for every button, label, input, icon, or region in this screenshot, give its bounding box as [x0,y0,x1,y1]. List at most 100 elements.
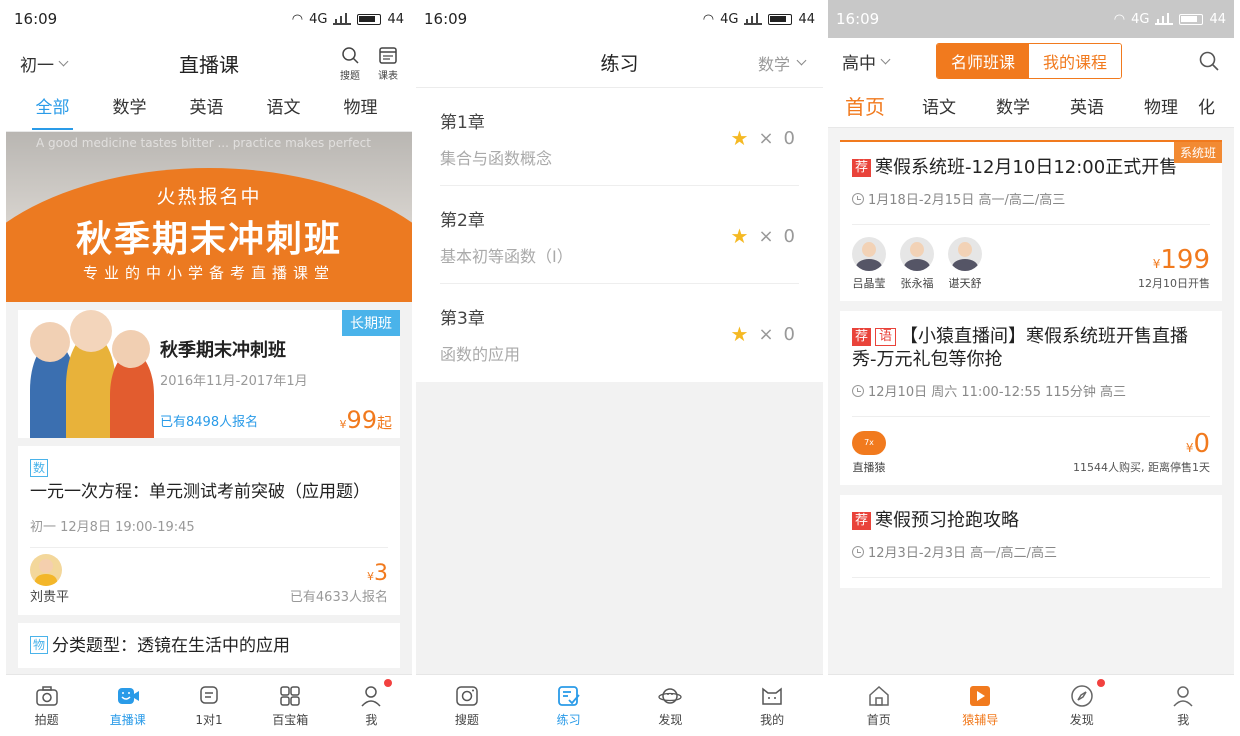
nav-label: 猿辅导 [962,712,999,727]
yuanfudao-home-screen: 16:09 ◠ 4G 44 高中 名师班课 我的课程 首页 语文 数学 英语 物… [828,0,1234,736]
teacher-name: 刘贵平 [30,590,70,605]
banner-background-text: A good medicine tastes bitter ... practi… [36,136,371,150]
live-course-screen: 16:09 ◠ 4G 44 初一 直播课 搜题 课表 全部 数学 英语 语文 物… [6,0,412,736]
chapter-item[interactable]: 第2章 基本初等函数（I） ★ × 0 [440,186,799,284]
search-icon [342,46,359,64]
tab-physics[interactable]: 物理 [1124,93,1198,118]
nav-toolbox[interactable]: 百宝箱 [250,675,331,736]
subject-badge: 语 [875,328,897,346]
tab-home[interactable]: 首页 [828,91,902,120]
nav-me[interactable]: 我 [331,675,412,736]
tab-chinese[interactable]: 语文 [245,88,322,132]
tab-my-courses[interactable]: 我的课程 [1029,44,1122,78]
nav-search[interactable]: 搜题 [416,675,518,736]
chapter-item[interactable]: 第1章 集合与函数概念 ★ × 0 [440,88,799,186]
course-card[interactable]: 荐语【小猿直播间】寒假系统班开售直播秀-万元礼包等你抢 12月10日 周六 11… [840,311,1222,485]
nav-label: 拍题 [34,712,59,727]
teacher[interactable]: 张永福 [900,237,934,291]
teacher[interactable]: 吕晶莹 [852,237,886,291]
course-price: ¥199 [1152,245,1210,275]
signal-icon [744,13,763,25]
nav-yuanfudao[interactable]: 猿辅导 [930,675,1032,736]
tab-chemistry[interactable]: 化 [1198,93,1228,118]
nav-label: 我 [365,712,378,727]
network-type: 4G [309,11,328,27]
lesson-enrolled: 已有4633人报名 [289,590,388,605]
promo-course-card[interactable]: 秋季期末冲刺班 2016年11月-2017年1月 已有8498人报名 ¥99起 … [18,310,400,438]
star-icon: ★ [730,322,749,346]
compass-icon [1071,684,1093,707]
promo-price: ¥99起 [339,406,392,434]
course-card[interactable]: 荐寒假预习抢跑攻略 12月3日-2月3日 高一/高二/高三 [840,495,1222,588]
tab-chinese[interactable]: 语文 [902,93,976,118]
status-time: 16:09 [14,10,58,28]
tab-famous-teacher-class[interactable]: 名师班课 [937,44,1030,78]
subject-selector[interactable]: 数学 [758,51,807,75]
tab-english[interactable]: 英语 [168,88,245,132]
lesson-title: 数一元一次方程：单元测试考前突破（应用题） [30,459,370,502]
lesson-card[interactable]: 物分类题型：透镜在生活中的应用 [18,623,400,668]
tab-english[interactable]: 英语 [1050,93,1124,118]
chapter-item[interactable]: 第3章 函数的应用 ★ × 0 [440,284,799,382]
cat-face-icon [762,686,782,705]
subject-badge: 数 [30,459,48,477]
bottom-nav: 拍题 直播课 1对1 百宝箱 我 [6,674,412,736]
grade-selector[interactable]: 初一 [20,51,69,76]
banner-title: 秋季期末冲刺班 [75,219,342,260]
schedule-button[interactable]: 课表 [378,45,398,82]
search-button[interactable]: 搜题 [340,45,360,82]
nav-mine[interactable]: 我的 [721,675,823,736]
course-card[interactable]: 系统班 荐寒假系统班-12月10日12:00正式开售 1月18日-2月15日 高… [840,140,1222,301]
tab-math[interactable]: 数学 [91,88,168,132]
promo-title: 秋季期末冲刺班 [160,340,286,361]
nav-one-on-one[interactable]: 1对1 [168,675,249,736]
nav-photo-search[interactable]: 拍题 [6,675,87,736]
long-term-tag: 长期班 [342,310,400,336]
app-header: 初一 直播课 搜题 课表 [6,38,412,88]
tab-physics[interactable]: 物理 [322,88,399,132]
app-header: 高中 名师班课 我的课程 [828,38,1234,84]
tab-all[interactable]: 全部 [14,88,91,132]
nav-live-course[interactable]: 直播课 [87,675,168,736]
profile-icon [1173,685,1193,707]
teacher[interactable]: 7x 直播猿 [852,431,886,475]
camera-icon [456,685,478,706]
practice-screen: 16:09 ◠ 4G 44 练习 数学 第1章 集合与函数概念 ★ × 0 第2… [416,0,823,736]
nav-label: 百宝箱 [272,712,309,727]
promo-banner[interactable]: A good medicine tastes bitter ... practi… [6,132,412,302]
status-bar: 16:09 ◠ 4G 44 [6,0,412,38]
teacher-list: 7x 直播猿 [852,431,886,475]
search-label: 搜题 [340,70,360,82]
recommend-badge: 荐 [852,512,872,530]
nav-me[interactable]: 我 [1133,675,1235,736]
chapter-stars: ★ × 0 [730,224,795,248]
course-meta: 1月18日-2月15日 高一/高二/高三 [852,189,1210,225]
profile-icon [361,685,381,707]
nav-discover[interactable]: 发现 [620,675,722,736]
course-meta: 12月10日 周六 11:00-12:55 115分钟 高三 [852,381,1210,417]
system-class-tag: 系统班 [1173,142,1222,163]
nav-discover[interactable]: 发现 [1031,675,1133,736]
avatar [900,237,934,271]
teacher[interactable]: 刘贵平 [30,554,69,605]
avatar [948,237,982,271]
nav-practice[interactable]: 练习 [518,675,620,736]
battery-level: 44 [1209,11,1226,27]
star-icon: ★ [730,224,749,248]
banner-line1: 火热报名中 [156,186,262,208]
tab-math[interactable]: 数学 [976,93,1050,118]
clock-icon [852,384,864,397]
status-icons: ◠ 4G 44 [703,12,815,27]
subject-tabs: 全部 数学 英语 语文 物理 [6,88,412,132]
live-ape-logo: 7x [852,431,886,455]
home-icon [869,685,889,706]
lesson-card[interactable]: 数一元一次方程：单元测试考前突破（应用题） 初一 12月8日 19:00-19:… [18,446,400,615]
teacher[interactable]: 谌天舒 [948,237,982,291]
network-type: 4G [1131,11,1150,27]
grade-selector[interactable]: 高中 [842,49,891,74]
nav-home[interactable]: 首页 [828,675,930,736]
course-note: 11544人购买, 距离停售1天 [1073,461,1210,474]
nav-label: 发现 [658,712,683,727]
search-icon[interactable] [1198,50,1220,72]
chevron-down-icon [796,55,807,66]
